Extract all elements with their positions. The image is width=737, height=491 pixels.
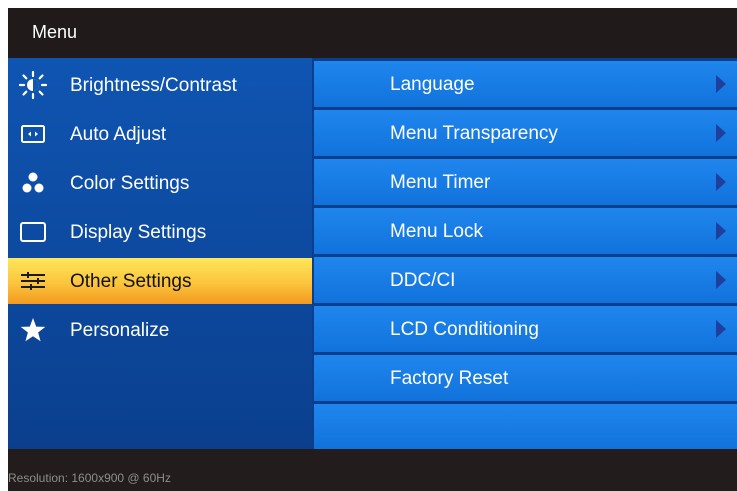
submenu-item-menu-lock[interactable]: Menu Lock bbox=[314, 208, 737, 254]
auto-adjust-icon bbox=[18, 119, 48, 149]
submenu-item-menu-timer[interactable]: Menu Timer bbox=[314, 159, 737, 205]
submenu-item-label: LCD Conditioning bbox=[390, 319, 539, 340]
main-menu-panel: Brightness/Contrast Auto Adjust Color Se… bbox=[8, 58, 312, 449]
brightness-icon bbox=[18, 70, 48, 100]
menu-item-label: Brightness/Contrast bbox=[70, 75, 237, 96]
menu-item-label: Color Settings bbox=[70, 173, 190, 194]
submenu-item-label: Language bbox=[390, 74, 475, 95]
menu-item-other-settings[interactable]: Other Settings bbox=[8, 258, 312, 304]
menu-item-color-settings[interactable]: Color Settings bbox=[8, 160, 312, 206]
submenu-item-factory-reset[interactable]: Factory Reset bbox=[314, 355, 737, 401]
menu-item-display-settings[interactable]: Display Settings bbox=[8, 209, 312, 255]
submenu-item-ddc-ci[interactable]: DDC/CI bbox=[314, 257, 737, 303]
submenu-item-label: Menu Timer bbox=[390, 172, 491, 193]
star-icon bbox=[18, 315, 48, 345]
submenu-item-label: Menu Transparency bbox=[390, 123, 558, 144]
osd-menu: Menu Brightness/Contrast Auto Adjust Col… bbox=[8, 8, 737, 491]
arrow-right-icon bbox=[716, 173, 726, 191]
title-bar: Menu bbox=[8, 8, 737, 58]
sliders-icon bbox=[18, 266, 48, 296]
color-dots-icon bbox=[18, 168, 48, 198]
submenu-item-menu-transparency[interactable]: Menu Transparency bbox=[314, 110, 737, 156]
menu-title: Menu bbox=[32, 22, 78, 42]
menu-item-label: Personalize bbox=[70, 320, 170, 341]
arrow-right-icon bbox=[716, 222, 726, 240]
submenu-item-label: Menu Lock bbox=[390, 221, 483, 242]
menu-item-brightness-contrast[interactable]: Brightness/Contrast bbox=[8, 62, 312, 108]
arrow-right-icon bbox=[716, 75, 726, 93]
arrow-right-icon bbox=[716, 271, 726, 289]
menu-item-personalize[interactable]: Personalize bbox=[8, 307, 312, 353]
display-rectangle-icon bbox=[18, 217, 48, 247]
status-bar: Resolution: 1600x900 @ 60Hz bbox=[8, 449, 737, 491]
menu-item-label: Display Settings bbox=[70, 222, 207, 243]
submenu-item-label: DDC/CI bbox=[390, 270, 456, 291]
resolution-status: Resolution: 1600x900 @ 60Hz bbox=[8, 471, 171, 485]
arrow-right-icon bbox=[716, 320, 726, 338]
submenu-empty-row bbox=[314, 404, 737, 449]
menu-item-label: Auto Adjust bbox=[70, 124, 167, 145]
submenu-panel: Language Menu Transparency Menu Timer Me… bbox=[312, 58, 737, 449]
arrow-right-icon bbox=[716, 124, 726, 142]
menu-item-auto-adjust[interactable]: Auto Adjust bbox=[8, 111, 312, 157]
submenu-item-language[interactable]: Language bbox=[314, 61, 737, 107]
submenu-item-label: Factory Reset bbox=[390, 368, 509, 389]
menu-item-label: Other Settings bbox=[70, 271, 192, 292]
submenu-item-lcd-conditioning[interactable]: LCD Conditioning bbox=[314, 306, 737, 352]
